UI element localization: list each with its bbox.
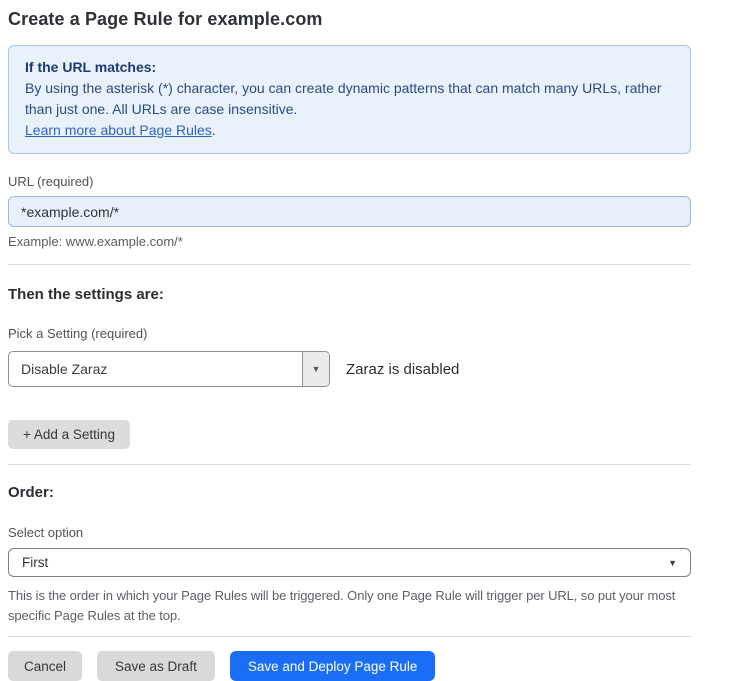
order-select[interactable]: First ▼ bbox=[8, 548, 691, 577]
learn-more-link[interactable]: Learn more about Page Rules bbox=[25, 122, 212, 138]
divider bbox=[8, 464, 691, 465]
divider bbox=[8, 264, 691, 265]
divider bbox=[8, 636, 691, 637]
page-rule-form: Create a Page Rule for example.com If th… bbox=[8, 0, 691, 681]
info-banner-body: By using the asterisk (*) character, you… bbox=[25, 78, 674, 120]
url-input[interactable] bbox=[8, 196, 691, 227]
setting-row: Disable Zaraz ▼ Zaraz is disabled bbox=[8, 351, 691, 387]
setting-select-arrow-button[interactable]: ▼ bbox=[302, 352, 329, 386]
order-help-text: This is the order in which your Page Rul… bbox=[8, 586, 691, 626]
order-section-heading: Order: bbox=[8, 484, 691, 501]
setting-select-value: Disable Zaraz bbox=[9, 352, 302, 386]
setting-select[interactable]: Disable Zaraz ▼ bbox=[8, 351, 330, 387]
chevron-down-icon: ▼ bbox=[668, 558, 677, 568]
url-example-helper: Example: www.example.com/* bbox=[8, 234, 691, 249]
save-as-draft-button[interactable]: Save as Draft bbox=[97, 651, 215, 681]
setting-status-text: Zaraz is disabled bbox=[346, 361, 459, 378]
add-setting-button[interactable]: + Add a Setting bbox=[8, 420, 130, 449]
save-and-deploy-button[interactable]: Save and Deploy Page Rule bbox=[230, 651, 436, 681]
cancel-button[interactable]: Cancel bbox=[8, 651, 82, 681]
url-match-info-banner: If the URL matches: By using the asteris… bbox=[8, 45, 691, 154]
settings-section-heading: Then the settings are: bbox=[8, 286, 691, 303]
form-actions: Cancel Save as Draft Save and Deploy Pag… bbox=[8, 651, 691, 681]
chevron-down-icon: ▼ bbox=[312, 364, 321, 374]
url-field-label: URL (required) bbox=[8, 174, 691, 189]
link-suffix: . bbox=[212, 122, 216, 138]
info-banner-heading: If the URL matches: bbox=[25, 57, 674, 78]
page-title: Create a Page Rule for example.com bbox=[8, 0, 691, 30]
order-select-value: First bbox=[22, 555, 48, 570]
pick-setting-label: Pick a Setting (required) bbox=[8, 326, 691, 341]
info-banner-link-line: Learn more about Page Rules. bbox=[25, 120, 674, 141]
order-select-label: Select option bbox=[8, 525, 691, 540]
